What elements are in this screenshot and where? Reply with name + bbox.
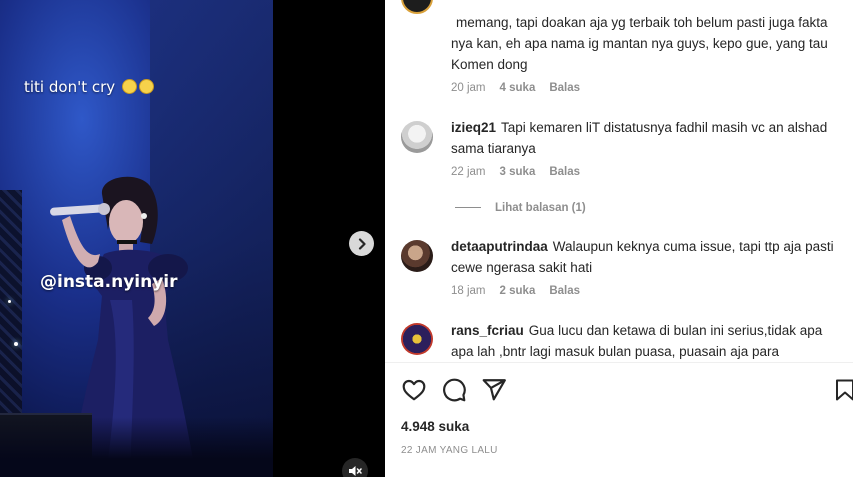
avatar[interactable] xyxy=(401,121,433,153)
view-replies-label: Lihat balasan (1) xyxy=(495,202,586,214)
comment-button[interactable] xyxy=(441,377,467,403)
comment-icon xyxy=(443,378,466,402)
comment-content: memang, tapi doakan aja yg terbaik toh b… xyxy=(451,15,828,72)
stage-light-dot xyxy=(14,342,18,346)
comment-likes[interactable]: 2 suka xyxy=(500,285,536,297)
post-likes-count[interactable]: 4.948 suka xyxy=(401,419,469,434)
comment-username[interactable]: rans_fcriau xyxy=(451,323,524,338)
comment-meta: 18 jam 2 suka Balas xyxy=(451,285,594,297)
avatar[interactable] xyxy=(401,240,433,272)
bookmark-icon xyxy=(836,379,853,401)
chevron-right-icon xyxy=(358,237,366,250)
reply-button[interactable]: Balas xyxy=(549,285,580,297)
post-media: titi don't cry @insta.nyinyir xyxy=(0,0,385,477)
avatar[interactable] xyxy=(401,323,433,355)
reply-button[interactable]: Balas xyxy=(549,82,580,94)
actions-divider xyxy=(385,362,853,363)
comments-panel: memang, tapi doakan aja yg terbaik toh b… xyxy=(385,0,853,477)
avatar[interactable] xyxy=(401,0,433,14)
mute-toggle-button[interactable] xyxy=(342,458,368,477)
comment-text: memang, tapi doakan aja yg terbaik toh b… xyxy=(451,12,843,75)
share-icon xyxy=(482,379,506,401)
comment-text: izieq21 Tapi kemaren liT distatusnya fadh… xyxy=(451,117,843,159)
heart-icon xyxy=(402,379,426,401)
comment-username[interactable]: detaaputrindaa xyxy=(451,239,548,254)
video-caption: titi don't cry xyxy=(24,78,154,96)
next-media-button[interactable] xyxy=(349,231,374,256)
replies-divider-line xyxy=(455,207,481,209)
save-button[interactable] xyxy=(834,377,853,403)
sad-face-emoji-icon xyxy=(138,79,154,94)
comment-time[interactable]: 20 jam xyxy=(451,82,486,94)
sad-face-emoji-icon xyxy=(121,79,137,94)
watermark-text: @insta.nyinyir xyxy=(40,272,178,292)
comment-meta: 20 jam 4 suka Balas xyxy=(451,82,594,94)
comment-likes[interactable]: 3 suka xyxy=(500,166,536,178)
comment-time[interactable]: 22 jam xyxy=(451,166,486,178)
comment-time[interactable]: 18 jam xyxy=(451,285,486,297)
post-timestamp[interactable]: 22 JAM YANG LALU xyxy=(401,445,498,456)
comment-content: Tapi kemaren liT distatusnya fadhil masi… xyxy=(451,120,828,156)
caption-text: titi don't cry xyxy=(24,78,116,96)
comment-username[interactable]: izieq21 xyxy=(451,120,496,135)
muted-speaker-icon xyxy=(349,466,362,476)
stage-truss xyxy=(0,190,22,430)
comment-meta: 22 jam 3 suka Balas xyxy=(451,166,594,178)
video-frame[interactable]: titi don't cry @insta.nyinyir xyxy=(0,0,273,477)
stage-light-dot xyxy=(8,300,11,303)
share-button[interactable] xyxy=(481,377,507,403)
like-button[interactable] xyxy=(401,377,427,403)
comment-likes[interactable]: 4 suka xyxy=(500,82,536,94)
comment-text: rans_fcriau Gua lucu dan ketawa di bulan … xyxy=(451,320,843,362)
reply-button[interactable]: Balas xyxy=(549,166,580,178)
comments-list[interactable]: memang, tapi doakan aja yg terbaik toh b… xyxy=(385,0,853,362)
stage-floor xyxy=(0,417,273,477)
comment-text: detaaputrindaa Walaupun keknya cuma issue… xyxy=(451,236,843,278)
view-replies-button[interactable]: Lihat balasan (1) xyxy=(455,202,586,214)
